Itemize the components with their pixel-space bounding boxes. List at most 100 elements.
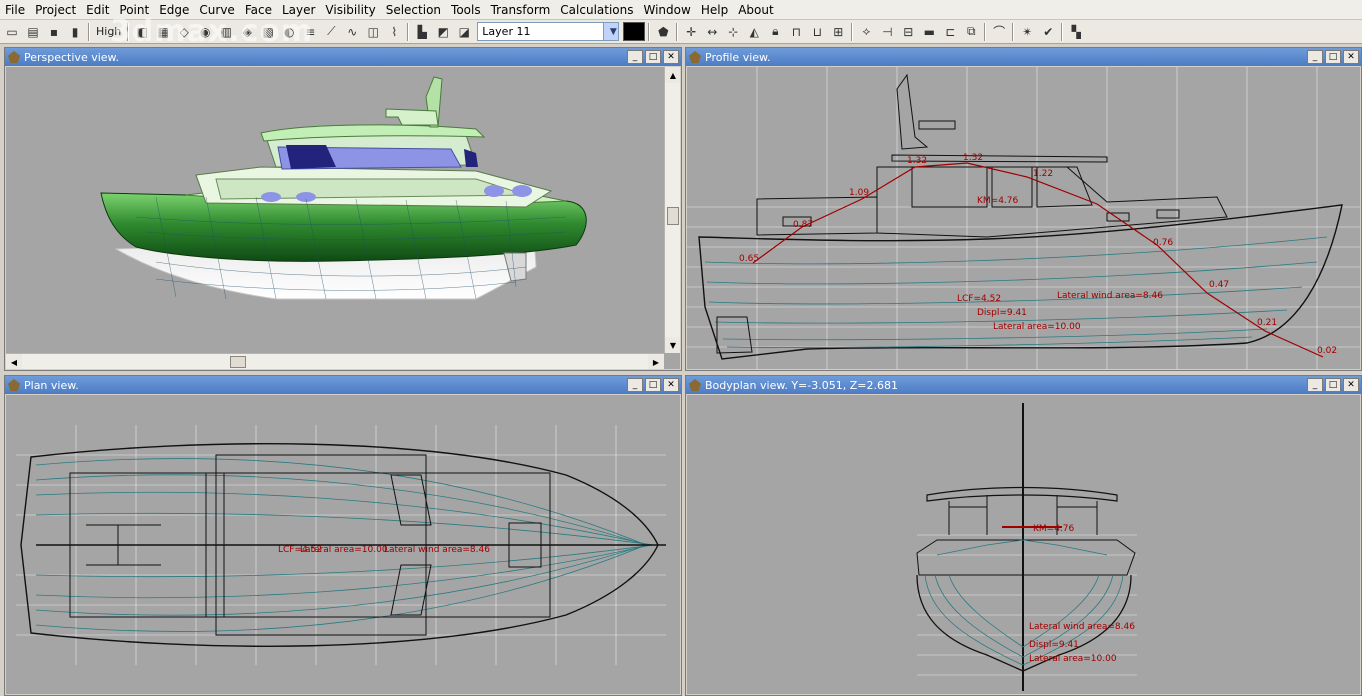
flip-icon[interactable]: ⧉ [961,22,981,42]
collapse-icon[interactable]: ⊹ [723,22,743,42]
interior-edges-icon[interactable]: ⌇ [384,22,404,42]
align-icon[interactable]: ⊞ [828,22,848,42]
menu-help[interactable]: Help [696,0,733,20]
layer-color-swatch[interactable] [623,22,646,41]
close-button[interactable]: ✕ [663,50,679,64]
menu-edge[interactable]: Edge [154,0,194,20]
menu-curve[interactable]: Curve [194,0,239,20]
close-button[interactable]: ✕ [663,378,679,392]
add-point-icon[interactable]: ✛ [681,22,701,42]
develop-icon[interactable]: ◈ [237,22,257,42]
maximize-button[interactable]: □ [1325,50,1341,64]
plan-drawing: LCF=4.52 Lateral area=10.00 Lateral wind… [16,425,666,665]
scroll-left-icon[interactable]: ◀ [6,354,22,369]
extrude-icon[interactable]: ↔ [702,22,722,42]
scroll-right-icon[interactable]: ▶ [648,354,664,369]
mirror-icon[interactable]: ◭ [744,22,764,42]
curve-icon[interactable]: ⌒ [989,22,1009,42]
buttocks-icon[interactable]: ◐ [279,22,299,42]
window-titlebar[interactable]: Plan view. _ □ ✕ [5,376,681,394]
window-titlebar[interactable]: Profile view. _ □ ✕ [686,48,1361,66]
profile-curve-label: 1.32 [963,153,983,163]
menu-edit[interactable]: Edit [81,0,114,20]
menu-face[interactable]: Face [240,0,277,20]
save-icon[interactable]: ▪ [44,22,64,42]
menu-window[interactable]: Window [639,0,696,20]
face-icon[interactable]: ▬ [919,22,939,42]
connect-icon[interactable]: ⊏ [940,22,960,42]
menu-transform[interactable]: Transform [486,0,556,20]
plan-canvas[interactable]: LCF=4.52 Lateral area=10.00 Lateral wind… [6,395,680,694]
menu-about[interactable]: About [733,0,778,20]
profile-curve-label: 1.09 [849,188,869,198]
close-button[interactable]: ✕ [1343,50,1359,64]
scroll-thumb[interactable] [230,356,246,368]
menu-layer[interactable]: Layer [277,0,320,20]
toolbar-separator [127,22,130,41]
lcf-label: LCF=4.52 [957,294,1001,304]
crease-icon[interactable]: ⟡ [856,22,876,42]
wireframe-icon[interactable]: ▦ [153,22,173,42]
layer-color-icon[interactable]: ◪ [454,22,474,42]
menu-selection[interactable]: Selection [381,0,446,20]
profile-canvas[interactable]: 0.65 0.87 1.09 1.32 1.32 1.22 0.76 0.47 … [687,67,1360,369]
window-title: Profile view. [705,50,771,64]
toolbar-separator [1012,22,1015,41]
unlock-all-icon[interactable]: ⊔ [807,22,827,42]
scroll-down-icon[interactable]: ▼ [665,337,680,353]
new-file-icon[interactable]: ▭ [2,22,22,42]
shading-icon[interactable]: ◧ [132,22,152,42]
window-titlebar[interactable]: Perspective view. _ □ ✕ [5,48,681,66]
minimize-button[interactable]: _ [627,50,643,64]
check-model-icon[interactable]: ✔ [1038,22,1058,42]
menu-bar: File Project Edit Point Edge Curve Face … [0,0,1362,20]
scroll-thumb[interactable] [667,207,679,225]
window-titlebar[interactable]: Bodyplan view. Y=-3.051, Z=2.681 _ □ ✕ [686,376,1361,394]
maximize-button[interactable]: □ [1325,378,1341,392]
precision-label[interactable]: High [93,25,124,38]
close-button[interactable]: ✕ [1343,378,1359,392]
open-file-icon[interactable]: ▤ [23,22,43,42]
export-icon[interactable]: ▮ [65,22,85,42]
split-edge-icon[interactable]: ⊣ [877,22,897,42]
render-icon[interactable]: ◉ [195,22,215,42]
profile-curve-label: 0.02 [1317,346,1337,356]
lock-icon[interactable]: 🔒︎ [765,22,785,42]
minimize-button[interactable]: _ [627,378,643,392]
control-net-icon[interactable]: ◫ [363,22,383,42]
scroll-up-icon[interactable]: ▲ [665,67,680,83]
menu-project[interactable]: Project [30,0,81,20]
window-title: Bodyplan view. Y=-3.051, Z=2.681 [705,378,898,392]
layer-icon[interactable]: ▙ [412,22,432,42]
minimize-button[interactable]: _ [1307,378,1323,392]
lateral-area-label: Lateral area=10.00 [1029,654,1117,664]
layer-properties-icon[interactable]: ◩ [433,22,453,42]
menu-file[interactable]: File [0,0,30,20]
maximize-button[interactable]: □ [645,378,661,392]
flowlines-icon[interactable]: ∿ [342,22,362,42]
menu-point[interactable]: Point [114,0,154,20]
chevron-down-icon[interactable]: ▼ [603,23,619,40]
vertical-scrollbar[interactable]: ▲ ▼ [664,67,680,353]
maximize-button[interactable]: □ [645,50,661,64]
curvature-icon[interactable]: ◇ [174,22,194,42]
minimize-button[interactable]: _ [1307,50,1323,64]
menu-visibility[interactable]: Visibility [320,0,380,20]
waterlines-icon[interactable]: ≡ [300,22,320,42]
menu-calculations[interactable]: Calculations [555,0,638,20]
layer-dropdown[interactable]: Layer 11 ▼ [477,22,620,41]
toolbar-separator [88,22,90,41]
bodyplan-canvas[interactable]: KM=4.76 Lateral wind area=8.46 Displ=9.4… [687,395,1360,694]
diagonals-icon[interactable]: ⟋ [321,22,341,42]
add-face-icon[interactable]: ⬟ [653,22,673,42]
insert-edge-icon[interactable]: ⊟ [898,22,918,42]
perspective-canvas[interactable]: ▲ ▼ ◀ ▶ [6,67,680,369]
toolbar-separator [984,22,987,41]
horizontal-scrollbar[interactable]: ◀ ▶ [6,353,664,369]
zebra-icon[interactable]: ▥ [216,22,236,42]
unlock-icon[interactable]: ⊓ [786,22,806,42]
intersect-icon[interactable]: ✴ [1017,22,1037,42]
stations-icon[interactable]: ▧ [258,22,278,42]
menu-tools[interactable]: Tools [446,0,486,20]
hydrostatics-icon[interactable]: ▚ [1066,22,1086,42]
